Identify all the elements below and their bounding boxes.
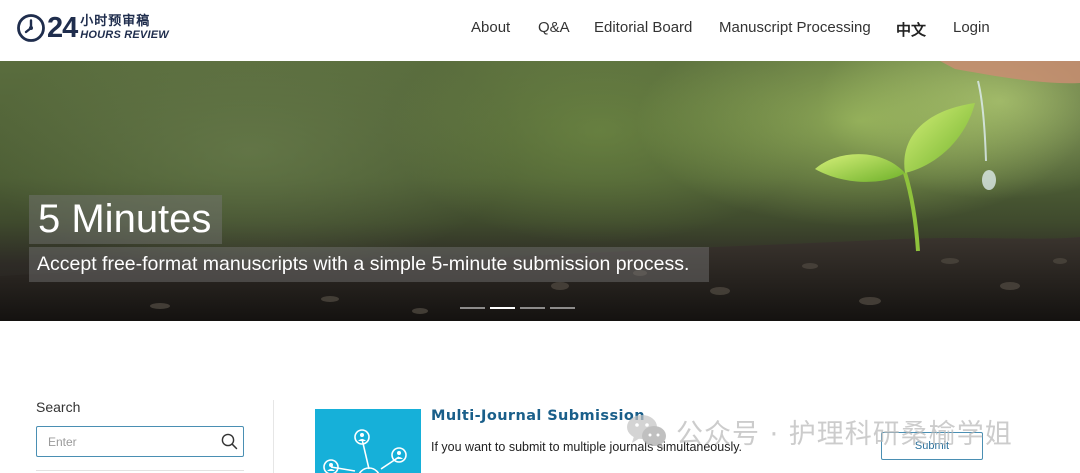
- sidebar-divider: [36, 470, 244, 471]
- carousel-dot-1[interactable]: [460, 307, 485, 309]
- hero-background-image: [0, 61, 1080, 321]
- search-box: [36, 426, 244, 457]
- nav-language-toggle[interactable]: 中文: [896, 19, 926, 40]
- carousel-indicators: [460, 307, 575, 309]
- network-people-icon: [323, 429, 407, 473]
- nav-editorial-board[interactable]: Editorial Board: [594, 19, 692, 36]
- hero-carousel[interactable]: 5 Minutes Accept free-format manuscripts…: [0, 61, 1080, 321]
- hero-subtitle: Accept free-format manuscripts with a si…: [29, 247, 710, 282]
- wechat-watermark: 公众号 · 护理科研桑榆学姐: [626, 409, 1013, 453]
- nav-manuscript-processing[interactable]: Manuscript Processing: [719, 19, 871, 36]
- wechat-icon: [627, 415, 666, 449]
- search-label: Search: [36, 399, 81, 415]
- watermark-text: 公众号 · 护理科研桑榆学姐: [676, 418, 1013, 450]
- hero-title: 5 Minutes: [29, 195, 223, 244]
- feature-title[interactable]: Multi-Journal Submission: [431, 408, 645, 424]
- nav-about[interactable]: About: [471, 19, 510, 36]
- nav-qa[interactable]: Q&A: [538, 19, 570, 36]
- main-nav: About Q&A Editorial Board Manuscript Pro…: [0, 19, 1080, 39]
- column-divider: [273, 400, 274, 473]
- site-header: 24 小时预审稿 HOURS REVIEW About Q&A Editoria…: [0, 0, 1080, 61]
- carousel-dot-2[interactable]: [490, 307, 515, 309]
- nav-login[interactable]: Login: [953, 19, 990, 36]
- search-input[interactable]: [37, 427, 217, 456]
- carousel-dot-3[interactable]: [520, 307, 545, 309]
- search-icon[interactable]: [221, 433, 238, 450]
- multi-journal-illustration: [315, 409, 421, 473]
- carousel-dot-4[interactable]: [550, 307, 575, 309]
